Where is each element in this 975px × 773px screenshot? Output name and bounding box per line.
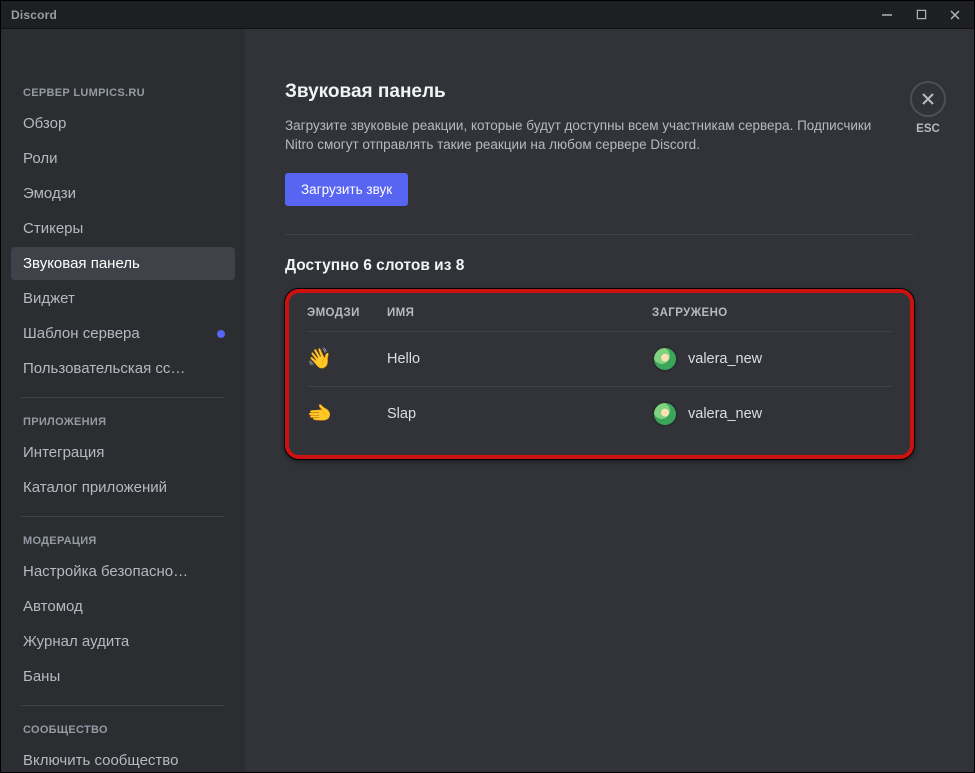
sidebar-item-label: Включить сообщество xyxy=(23,752,178,769)
window-close-button[interactable] xyxy=(946,6,964,24)
window-titlebar: Discord xyxy=(1,1,974,29)
sidebar-item-label: Настройка безопасно… xyxy=(23,563,188,580)
sidebar-item[interactable]: Обзор xyxy=(11,107,235,140)
col-header-emoji: ЭМОДЗИ xyxy=(307,307,387,319)
sound-emoji: 👋 xyxy=(307,346,387,371)
app-name: Discord xyxy=(11,8,57,22)
page-title: Звуковая панель xyxy=(285,81,914,103)
sidebar-item[interactable]: Интеграция xyxy=(11,436,235,469)
sidebar-item[interactable]: Шаблон сервера xyxy=(11,317,235,350)
slots-available-label: Доступно 6 слотов из 8 xyxy=(285,257,914,275)
sidebar-item-label: Интеграция xyxy=(23,444,104,461)
sound-uploader: valera_new xyxy=(652,401,892,427)
sidebar-item[interactable]: Пользовательская сс… xyxy=(11,352,235,385)
sidebar-category-header: СЕРВЕР LUMPICS.RU xyxy=(11,81,235,105)
sidebar-item-label: Звуковая панель xyxy=(23,255,140,272)
sidebar-item-label: Виджет xyxy=(23,290,75,307)
sound-uploader: valera_new xyxy=(652,346,892,372)
new-badge-dot xyxy=(217,330,225,338)
esc-label: ESC xyxy=(916,123,940,135)
settings-sidebar: СЕРВЕР LUMPICS.RU Обзор Роли Эмодзи Стикеры З… xyxy=(1,29,245,772)
page-description: Загрузите звуковые реакции, которые буду… xyxy=(285,117,885,155)
sidebar-divider xyxy=(21,516,225,517)
sound-name: Hello xyxy=(387,351,652,367)
sound-name: Slap xyxy=(387,406,652,422)
sound-row[interactable]: 👋Hello valera_new xyxy=(307,331,892,386)
divider xyxy=(285,234,914,235)
sidebar-item[interactable]: Стикеры xyxy=(11,212,235,245)
sidebar-category-header: МОДЕРАЦИЯ xyxy=(11,529,235,553)
sidebar-item[interactable]: Автомод xyxy=(11,590,235,623)
sidebar-item-label: Эмодзи xyxy=(23,185,76,202)
avatar xyxy=(652,401,678,427)
close-settings-button[interactable] xyxy=(910,81,946,117)
sidebar-item-label: Автомод xyxy=(23,598,83,615)
uploader-name: valera_new xyxy=(688,351,762,367)
col-header-name: ИМЯ xyxy=(387,307,652,319)
sidebar-category-header: СООБЩЕСТВО xyxy=(11,718,235,742)
sidebar-category-header: ПРИЛОЖЕНИЯ xyxy=(11,410,235,434)
sidebar-item-label: Баны xyxy=(23,668,60,685)
sidebar-item-label: Обзор xyxy=(23,115,66,132)
window-maximize-button[interactable] xyxy=(912,6,930,24)
sidebar-item-label: Шаблон сервера xyxy=(23,325,140,342)
uploader-name: valera_new xyxy=(688,406,762,422)
upload-sound-button[interactable]: Загрузить звук xyxy=(285,173,408,206)
sidebar-item[interactable]: Включить сообщество xyxy=(11,744,235,772)
sidebar-item-label: Каталог приложений xyxy=(23,479,167,496)
sound-emoji: 🫲 xyxy=(307,401,387,426)
sidebar-item[interactable]: Журнал аудита xyxy=(11,625,235,658)
sidebar-divider xyxy=(21,397,225,398)
sidebar-item-label: Пользовательская сс… xyxy=(23,360,185,377)
sidebar-item[interactable]: Виджет xyxy=(11,282,235,315)
sidebar-item[interactable]: Роли xyxy=(11,142,235,175)
sounds-table-highlight: ЭМОДЗИ ИМЯ ЗАГРУЖЕНО 👋Hellovalera_new🫲Sl… xyxy=(285,289,914,459)
sound-row[interactable]: 🫲Slap valera_new xyxy=(307,386,892,441)
sidebar-item-label: Журнал аудита xyxy=(23,633,129,650)
sidebar-item[interactable]: Каталог приложений xyxy=(11,471,235,504)
settings-content: ESC Звуковая панель Загрузите звуковые р… xyxy=(245,29,974,772)
sidebar-divider xyxy=(21,705,225,706)
sidebar-item[interactable]: Настройка безопасно… xyxy=(11,555,235,588)
avatar xyxy=(652,346,678,372)
sidebar-item[interactable]: Звуковая панель xyxy=(11,247,235,280)
sidebar-item-label: Роли xyxy=(23,150,58,167)
sidebar-item[interactable]: Эмодзи xyxy=(11,177,235,210)
window-minimize-button[interactable] xyxy=(878,6,896,24)
col-header-uploaded: ЗАГРУЖЕНО xyxy=(652,307,892,319)
sidebar-item[interactable]: Баны xyxy=(11,660,235,693)
sidebar-item-label: Стикеры xyxy=(23,220,83,237)
